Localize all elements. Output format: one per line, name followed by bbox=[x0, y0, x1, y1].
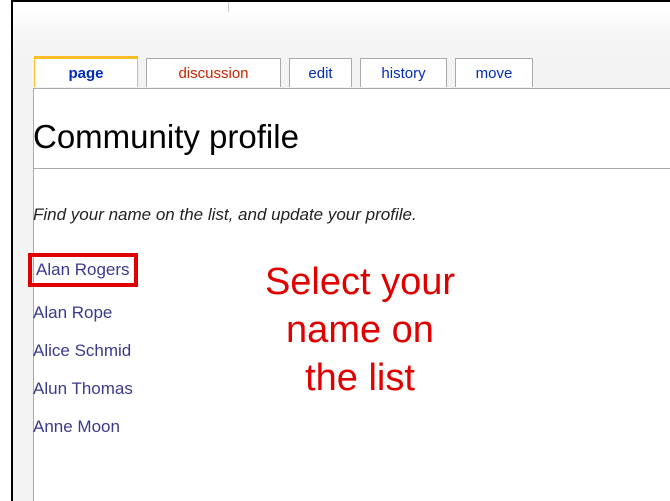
name-link-alan-rogers[interactable]: Alan Rogers bbox=[28, 253, 138, 287]
tab-history[interactable]: history bbox=[360, 58, 447, 87]
tab-discussion[interactable]: discussion bbox=[146, 58, 281, 87]
callout-line-2: name on bbox=[286, 309, 434, 351]
name-link-alan-rope[interactable]: Alan Rope bbox=[33, 300, 143, 326]
name-link-alice-schmid[interactable]: Alice Schmid bbox=[33, 338, 143, 364]
tab-move[interactable]: move bbox=[455, 58, 533, 87]
name-link-anne-moon[interactable]: Anne Moon bbox=[33, 414, 143, 440]
name-list: Alan Rogers Alan Rope Alice Schmid Alun … bbox=[28, 253, 143, 452]
tab-page[interactable]: page bbox=[34, 56, 138, 87]
callout-line-3: the list bbox=[305, 357, 415, 399]
title-divider bbox=[33, 168, 670, 169]
callout-line-1: Select your bbox=[264, 261, 456, 303]
page-title: Community profile bbox=[33, 118, 299, 155]
intro-text: Find your name on the list, and update y… bbox=[33, 205, 417, 224]
name-link-alun-thomas[interactable]: Alun Thomas bbox=[33, 376, 143, 402]
instruction-callout: Select your name on the list bbox=[235, 258, 485, 402]
top-strip bbox=[13, 2, 229, 12]
tab-edit[interactable]: edit bbox=[289, 58, 352, 87]
page-tabs: page discussion edit history move bbox=[34, 56, 541, 87]
